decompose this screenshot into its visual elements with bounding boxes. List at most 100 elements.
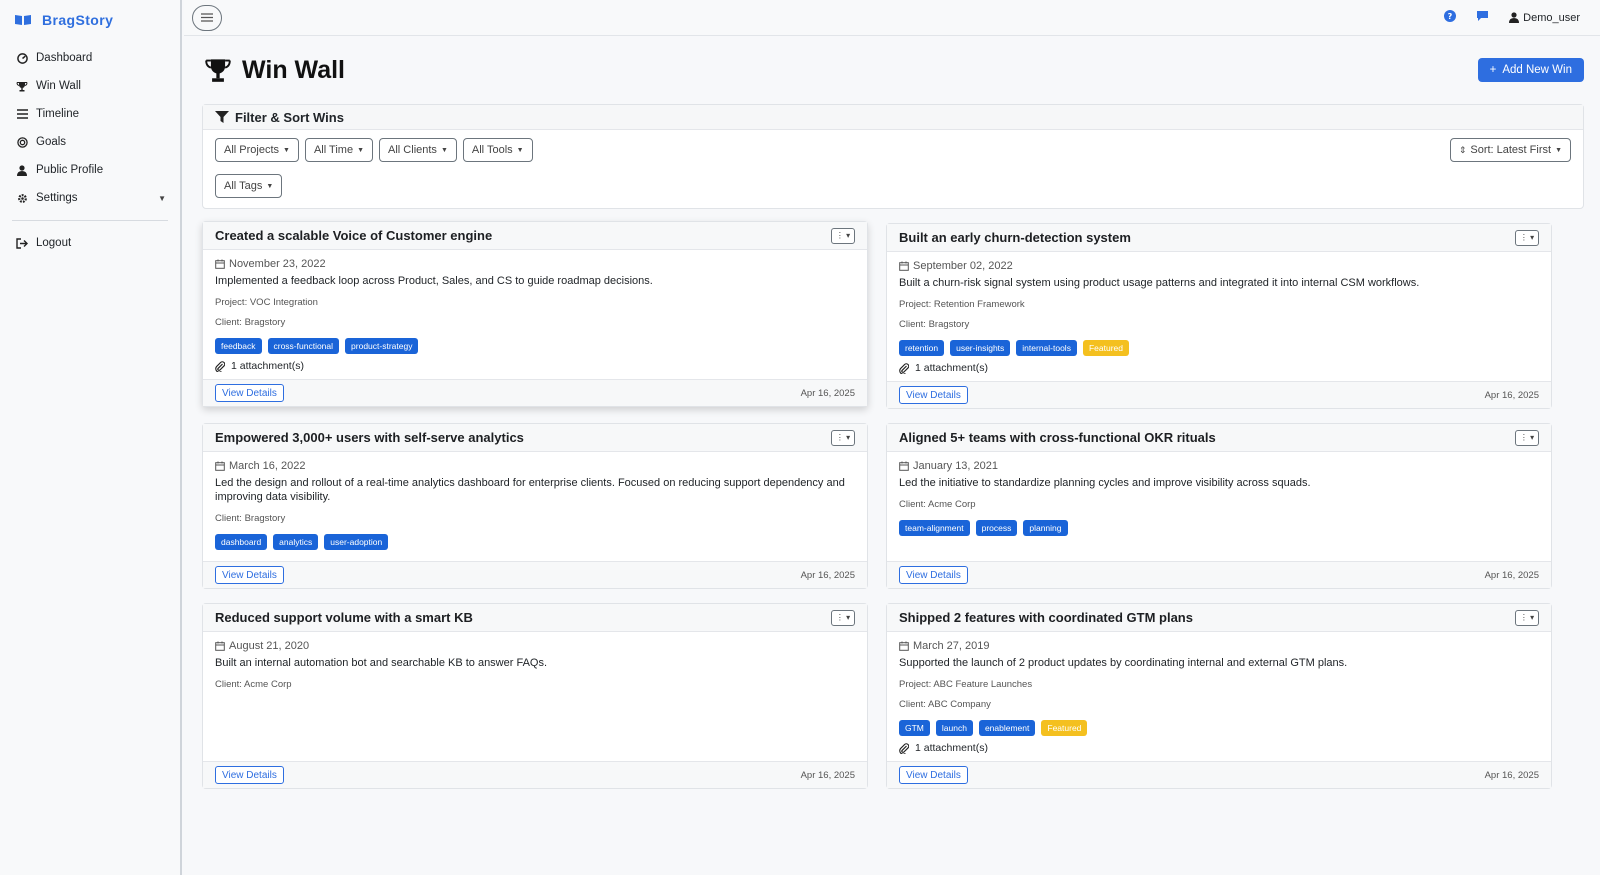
win-card: Empowered 3,000+ users with self-serve a… <box>202 423 868 589</box>
win-card-client: Client: ABC Company <box>899 699 991 710</box>
win-card-body: November 23, 2022 Implemented a feedback … <box>203 250 867 379</box>
win-card-header: Created a scalable Voice of Customer eng… <box>203 222 867 250</box>
win-card-body: September 02, 2022 Built a churn-risk sig… <box>887 252 1551 381</box>
win-card-timestamp: Apr 16, 2025 <box>1484 769 1539 781</box>
topbar-actions: ? Demo_user <box>1444 10 1580 25</box>
tag-badge[interactable]: internal-tools <box>1016 340 1077 356</box>
chevron-down-icon: ▼ <box>158 193 166 203</box>
hamburger-icon <box>201 13 213 22</box>
tag-badge[interactable]: dashboard <box>215 534 268 550</box>
time-dropdown[interactable]: All Time ▼ <box>304 138 374 162</box>
win-card-timestamp: Apr 16, 2025 <box>800 569 855 581</box>
tag-badge[interactable]: product-strategy <box>345 338 419 354</box>
win-card-tags: retention user-insights internal-tools Feat… <box>899 340 1539 356</box>
sidebar-item-label: Dashboard <box>36 52 93 64</box>
tag-badge[interactable]: planning <box>1023 520 1068 536</box>
more-vertical-icon: ⋮ ▾ <box>1519 613 1535 622</box>
win-card-title: Reduced support volume with a smart KB <box>215 610 473 625</box>
card-actions-button[interactable]: ⋮ ▾ <box>831 609 855 626</box>
sidebar-nav-secondary: Logout <box>0 229 180 257</box>
add-new-win-button[interactable]: + Add New Win <box>1477 58 1584 82</box>
tag-badge[interactable]: feedback <box>215 338 262 354</box>
view-details-button[interactable]: View Details <box>215 566 284 584</box>
add-new-win-label: Add New Win <box>1502 64 1572 76</box>
win-card-description: Led the initiative to standardize planni… <box>899 477 1311 489</box>
sidebar-item-label: Public Profile <box>36 164 104 176</box>
gear-icon <box>14 193 30 204</box>
card-actions-button[interactable]: ⋮ ▾ <box>1515 229 1539 246</box>
win-card-attachments: 1 attachment(s) <box>215 360 855 372</box>
win-card: Built an early churn-detection system ⋮ ▾… <box>886 223 1552 409</box>
svg-text:?: ? <box>1448 12 1453 21</box>
card-actions-button[interactable]: ⋮ ▾ <box>1515 609 1539 626</box>
sidebar-item-goals[interactable]: Goals <box>0 128 180 156</box>
sidebar-item-public-profile[interactable]: Public Profile <box>0 156 180 184</box>
win-card-tags: GTM launch enablement Featured <box>899 720 1539 736</box>
win-card: Shipped 2 features with coordinated GTM … <box>886 603 1552 789</box>
tag-badge[interactable]: team-alignment <box>899 520 970 536</box>
caret-down-icon: ▼ <box>516 146 524 154</box>
sidebar: BragStory Dashboard Win Wall Timeline Go… <box>0 0 182 875</box>
win-card-date-text: January 13, 2021 <box>913 460 999 472</box>
sidebar-nav: Dashboard Win Wall Timeline Goals Public… <box>0 44 180 212</box>
calendar-icon <box>899 641 909 651</box>
win-card: Created a scalable Voice of Customer eng… <box>202 221 868 407</box>
caret-down-icon: ▼ <box>283 146 290 154</box>
tag-badge[interactable]: user-insights <box>950 340 1011 356</box>
user-icon <box>14 164 30 176</box>
tag-badge[interactable]: enablement <box>978 720 1036 736</box>
projects-dropdown[interactable]: All Projects ▼ <box>215 138 299 162</box>
tag-badge[interactable]: launch <box>935 720 973 736</box>
sidebar-item-dashboard[interactable]: Dashboard <box>0 44 180 72</box>
sidebar-item-win-wall[interactable]: Win Wall <box>0 72 180 100</box>
win-card-title: Created a scalable Voice of Customer eng… <box>215 228 493 243</box>
user-menu[interactable]: Demo_user <box>1509 12 1580 24</box>
win-card-date-text: September 02, 2022 <box>913 260 1013 272</box>
win-card: Reduced support volume with a smart KB ⋮ … <box>202 603 868 789</box>
win-card-timestamp: Apr 16, 2025 <box>1484 569 1539 581</box>
tag-badge[interactable]: analytics <box>273 534 319 550</box>
tag-badge[interactable]: process <box>975 520 1018 536</box>
card-actions-button[interactable]: ⋮ ▾ <box>831 429 855 446</box>
sidebar-item-timeline[interactable]: Timeline <box>0 100 180 128</box>
view-details-button[interactable]: View Details <box>899 766 968 784</box>
clients-dropdown[interactable]: All Clients ▼ <box>379 138 457 162</box>
brand-logo[interactable]: BragStory <box>0 0 180 38</box>
tag-badge[interactable]: GTM <box>899 720 930 736</box>
caret-down-icon: ▼ <box>266 182 274 190</box>
caret-down-icon: ▼ <box>440 146 448 154</box>
win-card-project: Project: VOC Integration <box>215 297 318 308</box>
help-icon[interactable]: ? <box>1444 10 1457 25</box>
win-card-header: Reduced support volume with a smart KB ⋮ … <box>203 604 867 632</box>
tag-badge[interactable]: user-adoption <box>324 534 389 550</box>
sidebar-item-label: Timeline <box>36 108 80 120</box>
filter-row: All Tags ▼ <box>215 174 1571 198</box>
filter-body: All Projects ▼ All Time ▼ All Clients ▼ All… <box>203 130 1583 208</box>
projects-dropdown-label: All Projects <box>224 144 280 156</box>
tools-dropdown[interactable]: All Tools ▼ <box>462 138 533 162</box>
view-details-button[interactable]: View Details <box>899 386 968 404</box>
sidebar-item-logout[interactable]: Logout <box>0 229 180 257</box>
sidebar-toggle-button[interactable] <box>192 4 222 31</box>
tag-badge[interactable]: retention <box>899 340 945 356</box>
card-actions-button[interactable]: ⋮ ▾ <box>831 227 855 244</box>
paperclip-icon <box>899 742 909 754</box>
win-card-date: September 02, 2022 <box>899 259 1539 273</box>
view-details-button[interactable]: View Details <box>215 766 284 784</box>
win-card-footer: View Details Apr 16, 2025 <box>203 561 867 588</box>
tag-badge[interactable]: cross-functional <box>267 338 340 354</box>
calendar-icon <box>215 259 225 269</box>
sort-dropdown[interactable]: ⇕ Sort: Latest First ▼ <box>1449 138 1571 162</box>
filter-title: Filter & Sort Wins <box>235 109 344 125</box>
view-details-button[interactable]: View Details <box>899 566 968 584</box>
sidebar-item-settings[interactable]: Settings ▼ <box>0 184 180 212</box>
chat-icon[interactable] <box>1476 10 1489 25</box>
card-actions-button[interactable]: ⋮ ▾ <box>1515 429 1539 446</box>
brand-name: BragStory <box>42 12 114 28</box>
view-details-button[interactable]: View Details <box>215 384 284 402</box>
page-header: Win Wall + Add New Win <box>202 36 1584 104</box>
win-card-project: Project: ABC Feature Launches <box>899 679 1033 690</box>
filter-icon <box>215 111 229 123</box>
tags-dropdown[interactable]: All Tags ▼ <box>215 174 283 198</box>
win-card-project: Project: Retention Framework <box>899 299 1025 310</box>
